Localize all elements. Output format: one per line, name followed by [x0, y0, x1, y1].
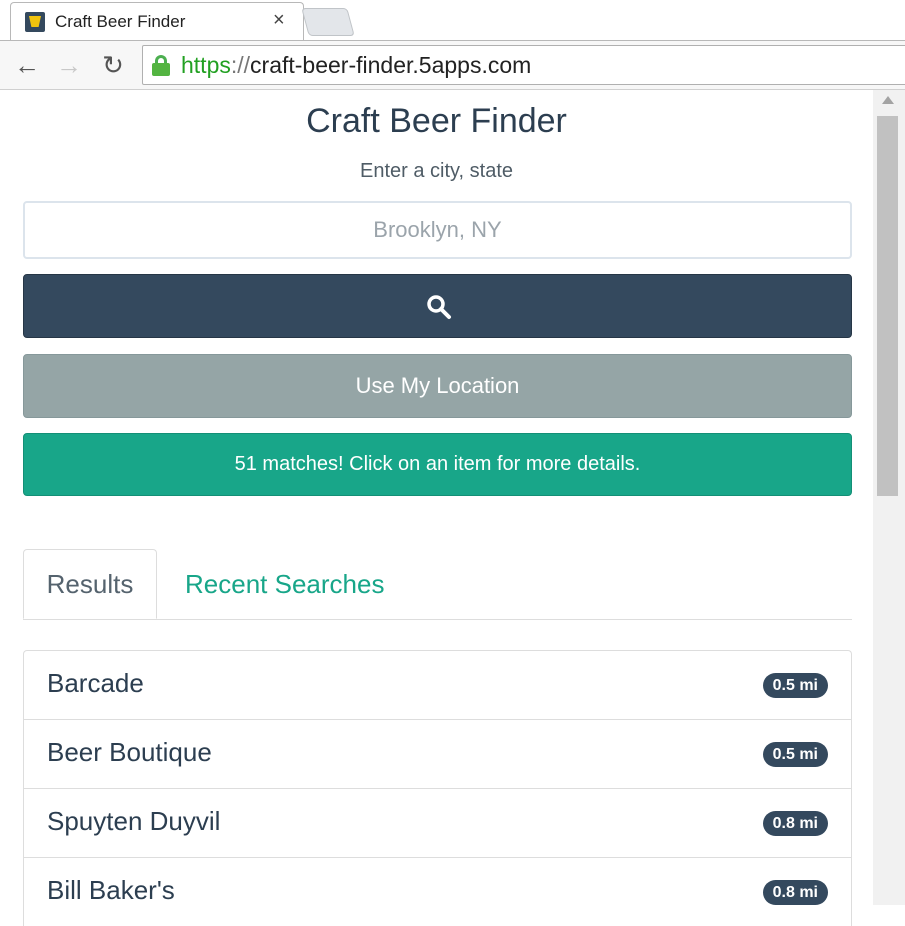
reload-icon[interactable]: ↻	[98, 50, 128, 80]
scroll-up-arrow-icon[interactable]	[882, 96, 894, 104]
tab-recent-searches[interactable]: Recent Searches	[185, 549, 384, 619]
page-title: Craft Beer Finder	[306, 102, 567, 140]
list-item[interactable]: Spuyten Duyvil 0.8 mi	[23, 788, 852, 857]
results-list: Barcade 0.5 mi Beer Boutique 0.5 mi Spuy…	[23, 650, 852, 926]
list-item[interactable]: Bill Baker's 0.8 mi	[23, 857, 852, 926]
browser-toolbar: ← → ↻ https://craft-beer-finder.5apps.co…	[0, 40, 905, 90]
bar-name: Spuyten Duyvil	[47, 806, 221, 836]
results-tabs: Results Recent Searches	[23, 549, 852, 620]
vertical-scrollbar[interactable]	[873, 90, 905, 905]
match-count-alert: 51 matches! Click on an item for more de…	[23, 433, 852, 496]
list-item[interactable]: Beer Boutique 0.5 mi	[23, 719, 852, 788]
scrollbar-thumb[interactable]	[877, 116, 898, 496]
forward-arrow-icon[interactable]: →	[54, 50, 84, 80]
search-icon	[427, 295, 451, 319]
beer-favicon-icon	[25, 12, 45, 32]
use-my-location-button[interactable]: Use My Location	[23, 354, 852, 418]
search-button[interactable]	[23, 274, 852, 338]
browser-tabstrip: Craft Beer Finder ×	[0, 0, 905, 41]
city-state-input[interactable]	[23, 201, 852, 259]
distance-badge: 0.5 mi	[762, 673, 828, 698]
search-instructions: Enter a city, state	[359, 160, 514, 182]
url-text[interactable]: https://craft-beer-finder.5apps.com	[181, 52, 531, 79]
bar-name: Barcade	[47, 668, 144, 698]
bar-name: Beer Boutique	[47, 737, 212, 767]
bar-name: Bill Baker's	[47, 875, 175, 905]
close-tab-icon[interactable]: ×	[273, 9, 285, 32]
new-tab-button[interactable]	[301, 8, 355, 36]
distance-badge: 0.8 mi	[762, 811, 828, 836]
list-item[interactable]: Barcade 0.5 mi	[23, 650, 852, 719]
tab-results[interactable]: Results	[23, 549, 157, 619]
page-viewport: Craft Beer Finder Enter a city, state Us…	[0, 90, 905, 926]
distance-badge: 0.5 mi	[762, 742, 828, 767]
tab-title: Craft Beer Finder	[55, 12, 186, 31]
browser-tab[interactable]: Craft Beer Finder ×	[10, 2, 304, 41]
page-content: Craft Beer Finder Enter a city, state Us…	[0, 90, 873, 926]
lock-icon	[152, 55, 170, 76]
address-bar[interactable]: https://craft-beer-finder.5apps.com	[142, 45, 905, 85]
distance-badge: 0.8 mi	[762, 880, 828, 905]
back-arrow-icon[interactable]: ←	[12, 50, 42, 80]
